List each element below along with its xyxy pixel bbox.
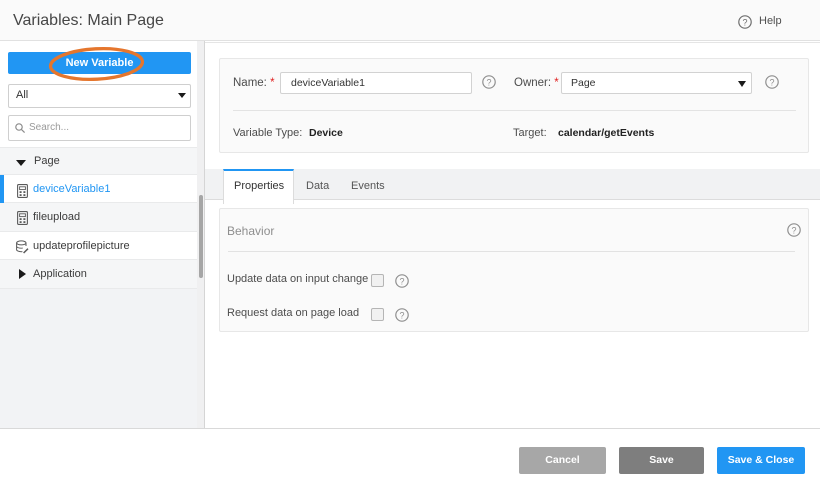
- svg-text:?: ?: [742, 17, 747, 27]
- svg-text:?: ?: [769, 77, 774, 87]
- svg-text:?: ?: [791, 225, 796, 235]
- svg-text:?: ?: [399, 276, 404, 286]
- svg-text:?: ?: [399, 310, 404, 320]
- svg-text:?: ?: [486, 77, 491, 87]
